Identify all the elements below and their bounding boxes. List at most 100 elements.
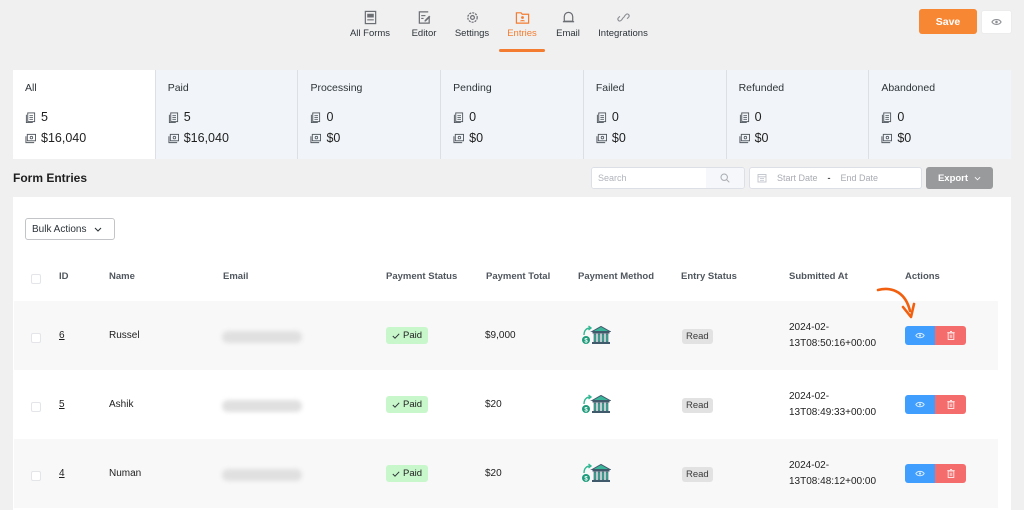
stat-amount: $0 (326, 131, 341, 145)
annotation-arrow-icon (876, 287, 916, 319)
entry-status-badge: Read (682, 467, 713, 482)
entries-count-icon (454, 111, 464, 123)
stat-card-refunded[interactable]: Refunded 0 $0 (725, 70, 869, 159)
payment-status-badge: Paid (386, 327, 429, 344)
check-icon (392, 470, 400, 477)
gear-icon (466, 12, 478, 23)
stat-count-row: 0 (453, 108, 571, 126)
stat-count: 0 (611, 110, 619, 124)
submitted-at: 2024-02- 13T08:50:16+00:00 (789, 320, 876, 352)
nav-settings[interactable]: Settings (449, 10, 495, 46)
delete-entry-button[interactable] (935, 326, 966, 345)
row-checkbox[interactable] (31, 471, 41, 481)
trash-icon (946, 331, 955, 340)
eye-icon (915, 332, 925, 339)
table-row: 5 Ashik Paid $20 $ Read 2024-02- 13T08:49… (14, 370, 998, 439)
select-all-checkbox[interactable] (31, 274, 41, 284)
money-icon (453, 133, 465, 143)
entries-count-icon (168, 111, 178, 123)
view-entry-button[interactable] (905, 326, 935, 345)
chevron-down-icon (974, 176, 981, 180)
date-range-picker[interactable]: Start Date - End Date (749, 167, 922, 189)
stat-card-abandoned[interactable]: Abandoned 0 $0 (868, 70, 1011, 159)
column-header-payment-status: Payment Status (386, 271, 458, 282)
column-header-submitted-at: Submitted At (789, 271, 848, 282)
nav-entries[interactable]: Entries (499, 10, 545, 52)
payment-total: $20 (485, 399, 502, 410)
stat-count: 0 (469, 110, 477, 124)
column-header-id: ID (59, 271, 69, 282)
stat-label: Pending (453, 82, 492, 94)
column-header-payment-method: Payment Method (578, 271, 655, 282)
entries-table-card: Bulk Actions ID Name Email Payment Status Pa… (13, 197, 1011, 510)
trash-icon (946, 469, 955, 478)
row-checkbox[interactable] (31, 402, 41, 412)
active-tab-indicator (499, 49, 545, 52)
stat-card-pending[interactable]: Pending 0 $0 (440, 70, 583, 159)
bulk-actions-label: Bulk Actions (32, 223, 87, 235)
stat-amount: $16,040 (41, 131, 87, 145)
payment-status-text: Paid (403, 468, 423, 479)
row-actions (905, 326, 966, 345)
start-date-input[interactable]: Start Date (777, 173, 818, 183)
stat-card-processing[interactable]: Processing 0 $0 (297, 70, 440, 159)
view-entry-button[interactable] (905, 395, 935, 414)
entry-id-link[interactable]: 4 (59, 468, 65, 479)
entry-id-link[interactable]: 5 (59, 399, 65, 410)
bank-transfer-icon: $ (582, 394, 612, 414)
section-title: Form Entries (13, 171, 88, 185)
entry-email-blurred (222, 331, 302, 343)
nav-email[interactable]: Email (553, 10, 583, 46)
row-checkbox[interactable] (31, 333, 41, 343)
stat-label: Refunded (738, 82, 785, 94)
delete-entry-button[interactable] (935, 464, 966, 483)
stat-count-row: 0 (881, 108, 999, 126)
nav-label: All Forms (349, 28, 391, 39)
column-header-entry-status: Entry Status (681, 271, 737, 282)
money-icon (596, 133, 607, 143)
stat-amount-row: $16,040 (168, 129, 286, 147)
search-input[interactable] (592, 168, 706, 188)
stat-card-failed[interactable]: Failed 0 $0 (582, 70, 726, 159)
payment-status-text: Paid (403, 330, 423, 341)
bell-icon (562, 11, 574, 23)
column-header-name: Name (109, 271, 135, 282)
entries-icon (515, 12, 529, 24)
stat-card-all[interactable]: All 5 $16,040 (13, 70, 155, 159)
stat-amount-row: $0 (596, 129, 714, 147)
stat-count: 5 (183, 110, 191, 124)
entries-count-icon (882, 111, 892, 123)
nav-label: Entries (507, 28, 537, 39)
preview-button[interactable] (981, 10, 1012, 34)
delete-entry-button[interactable] (935, 395, 966, 414)
view-entry-button[interactable] (905, 464, 935, 483)
money-icon (310, 133, 322, 143)
stat-count: 0 (326, 110, 334, 124)
nav-label: Editor (411, 28, 437, 39)
stat-count: 0 (754, 110, 762, 124)
payment-status-badge: Paid (386, 465, 429, 482)
bulk-actions-select[interactable]: Bulk Actions (25, 218, 115, 240)
nav-integrations[interactable]: Integrations (593, 10, 653, 46)
nav-all-forms[interactable]: All Forms (341, 10, 399, 46)
payment-status-badge: Paid (386, 396, 429, 413)
save-button[interactable]: Save (919, 9, 977, 34)
entry-status-badge: Read (682, 329, 713, 344)
entry-email-blurred (222, 469, 302, 481)
search-button[interactable] (706, 168, 744, 188)
trash-icon (946, 400, 955, 409)
end-date-input[interactable]: End Date (841, 173, 879, 183)
eye-icon (915, 470, 925, 477)
payment-method: $ (581, 461, 612, 488)
stat-amount-row: $16,040 (25, 129, 143, 147)
export-button[interactable]: Export (926, 167, 993, 189)
nav-editor[interactable]: Editor (403, 10, 445, 46)
editor-icon (418, 11, 430, 24)
money-icon (168, 133, 179, 143)
bank-transfer-icon: $ (582, 463, 612, 483)
stat-amount: $0 (897, 131, 912, 145)
entry-id-link[interactable]: 6 (59, 330, 65, 341)
submitted-at: 2024-02- 13T08:49:33+00:00 (789, 389, 876, 421)
stat-card-paid[interactable]: Paid 5 $16,040 (154, 70, 298, 159)
stat-amount: $0 (754, 131, 769, 145)
